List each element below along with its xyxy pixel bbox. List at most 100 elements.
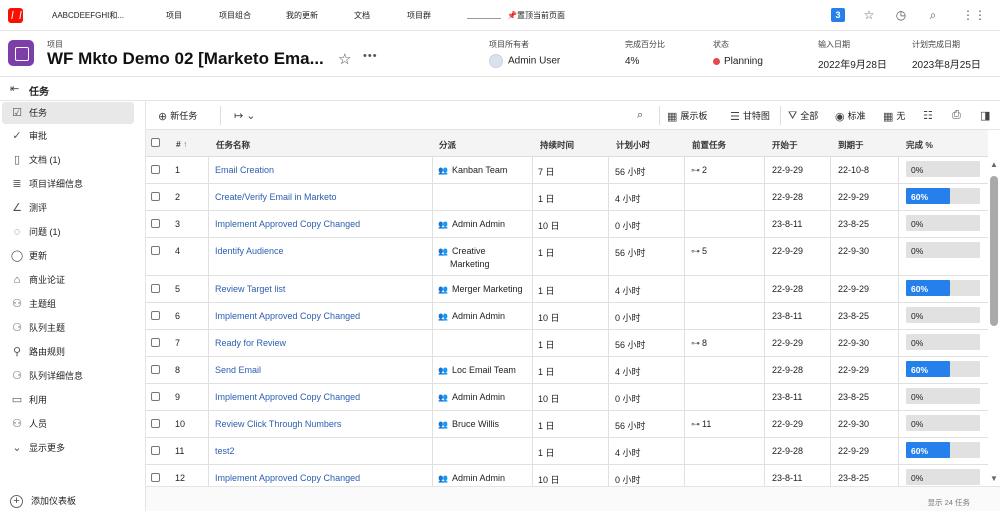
status-value[interactable]: Planning [713,56,763,67]
table-row[interactable]: 11 test2 1 日 4 小时 22-9-28 22-9-29 60% [146,438,988,465]
task-name-link[interactable]: Implement Approved Copy Changed [215,392,360,402]
table-row[interactable]: 10 Review Click Through Numbers 👥 Bruce Wil… [146,411,988,438]
progress-bar[interactable]: 60% [906,188,980,204]
duration-cell[interactable]: 1 日 [538,284,555,297]
group-button[interactable]: ▦ 无 [883,109,905,123]
start-date-cell[interactable]: 22-9-29 [772,419,803,429]
table-row[interactable]: 3 Implement Approved Copy Changed 👥 Admin A… [146,211,988,238]
table-row[interactable]: 5 Review Target list 👥 Merger Marketing 1 日 4… [146,276,988,303]
task-name-link[interactable]: Implement Approved Copy Changed [215,219,360,229]
project-title[interactable]: WF Mkto Demo 02 [Marketo Ema... [47,49,324,69]
column-header-start-date[interactable]: 开始于 [772,139,798,151]
progress-bar[interactable]: 60% [906,280,980,296]
duration-cell[interactable]: 10 日 [538,392,560,405]
notification-badge[interactable]: 3 [831,8,845,22]
column-header-task-name[interactable]: 任务名称 [216,139,250,151]
planned-hours-cell[interactable]: 56 小时 [615,246,646,259]
duration-cell[interactable]: 1 日 [538,419,555,432]
assignment-cell[interactable]: 👥 Admin Admin [438,392,505,402]
sidebar-item-queue-details[interactable]: ⚆ 队列详细信息 [2,365,134,387]
table-row[interactable]: 8 Send Email 👥 Loc Email Team 1 日 4 小时 22-9-28… [146,357,988,384]
app-grid-icon[interactable]: ⋮⋮ [962,8,986,22]
table-row[interactable]: 1 Email Creation 👥 Kanban Team 7 日 56 小时 ⊶ 2 22-… [146,157,988,184]
duration-cell[interactable]: 10 日 [538,219,560,232]
progress-bar[interactable]: 0% [906,388,980,404]
due-date-cell[interactable]: 22-10-8 [838,165,869,175]
duration-cell[interactable]: 1 日 [538,192,555,205]
assignment-cell[interactable]: 👥 Merger Marketing [438,284,523,294]
scrollbar-thumb[interactable] [990,176,998,326]
duration-cell[interactable]: 10 日 [538,473,560,486]
due-date-cell[interactable]: 23-8-25 [838,392,869,402]
task-name-link[interactable]: Identify Audience [215,246,284,256]
duration-cell[interactable]: 10 日 [538,311,560,324]
more-options-icon[interactable]: ••• [363,50,378,62]
nav-empty-slot[interactable] [467,10,501,19]
nav-documents[interactable]: 文档 [354,10,370,21]
planned-hours-cell[interactable]: 0 小时 [615,392,641,405]
row-checkbox[interactable] [151,246,160,255]
planned-hours-cell[interactable]: 56 小时 [615,338,646,351]
due-date-cell[interactable]: 23-8-25 [838,219,869,229]
predecessor-cell[interactable]: ⊶ 8 [691,338,707,349]
gantt-button[interactable]: ☰ 甘特图 [730,109,770,123]
row-checkbox[interactable] [151,338,160,347]
task-name-link[interactable]: Ready for Review [215,338,286,348]
workfront-logo-icon[interactable] [8,8,23,23]
duration-cell[interactable]: 1 日 [538,446,555,459]
sidebar-item-topic-groups[interactable]: ⚇ 主题组 [2,293,134,315]
sidebar-item-people[interactable]: ⚇ 人员 [2,413,134,435]
add-dashboard-button[interactable]: + 添加仪表板 [10,494,76,508]
move-to-button[interactable]: ↦ ⌄ [234,109,258,122]
board-view-button[interactable]: ▦ 展示板 [667,109,707,123]
progress-bar[interactable]: 0% [906,469,980,485]
start-date-cell[interactable]: 23-8-11 [772,392,802,402]
assignment-cell[interactable]: 👥 Creative [438,246,485,256]
task-name-link[interactable]: Implement Approved Copy Changed [215,311,360,321]
sidebar-item-metrics[interactable]: ∠ 测评 [2,197,134,219]
task-name-link[interactable]: Review Target list [215,284,285,294]
start-date-cell[interactable]: 23-8-11 [772,473,802,483]
row-checkbox[interactable] [151,365,160,374]
scroll-down-icon[interactable]: ▼ [990,474,998,483]
owner-value[interactable]: Admin User [489,54,560,68]
start-date-cell[interactable]: 23-8-11 [772,219,802,229]
start-date-cell[interactable]: 22-9-28 [772,192,803,202]
view-button[interactable]: ◉ 标准 [835,109,866,123]
column-header-number[interactable]: # ↑ [176,139,187,149]
start-date-cell[interactable]: 22-9-28 [772,446,803,456]
filter-button[interactable]: ⛛ 全部 [788,109,818,123]
due-date-cell[interactable]: 23-8-25 [838,311,869,321]
scroll-up-icon[interactable]: ▲ [990,160,998,169]
sidebar-item-documents[interactable]: ▯ 文档 (1) [2,149,134,171]
start-date-cell[interactable]: 22-9-29 [772,165,803,175]
vertical-scrollbar[interactable]: ▲ ▼ [988,158,1000,486]
list-settings-icon[interactable]: ☷ [923,109,936,122]
table-row[interactable]: 6 Implement Approved Copy Changed 👥 Admin A… [146,303,988,330]
task-name-link[interactable]: Create/Verify Email in Marketo [215,192,337,202]
recent-history-icon[interactable]: ◷ [894,8,908,22]
column-header-planned-hours[interactable]: 计划小时 [616,139,650,151]
column-header-due-date[interactable]: 到期于 [838,139,864,151]
duration-cell[interactable]: 1 日 [538,365,555,378]
sidebar-item-tasks[interactable]: ☑ 任务 [2,102,134,124]
task-name-link[interactable]: Send Email [215,365,261,375]
row-checkbox[interactable] [151,219,160,228]
assignment-cell[interactable]: 👥 Admin Admin [438,473,505,483]
task-name-link[interactable]: Email Creation [215,165,274,175]
due-date-cell[interactable]: 22-9-29 [838,365,869,375]
assignment-cell[interactable]: 👥 Admin Admin [438,219,505,229]
planned-hours-cell[interactable]: 0 小时 [615,311,641,324]
start-date-cell[interactable]: 22-9-28 [772,365,803,375]
select-all-checkbox[interactable] [151,138,160,147]
planned-hours-cell[interactable]: 4 小时 [615,365,641,378]
predecessor-cell[interactable]: ⊶ 2 [691,165,707,176]
row-checkbox[interactable] [151,392,160,401]
due-date-cell[interactable]: 22-9-29 [838,192,869,202]
progress-bar[interactable]: 60% [906,442,980,458]
table-row[interactable]: 2 Create/Verify Email in Marketo 1 日 4 小时 22… [146,184,988,211]
column-header-duration[interactable]: 持续时间 [540,139,574,151]
collapse-panel-icon[interactable]: ⇤ [10,82,19,95]
progress-bar[interactable]: 0% [906,161,980,177]
start-date-cell[interactable]: 22-9-29 [772,246,803,256]
